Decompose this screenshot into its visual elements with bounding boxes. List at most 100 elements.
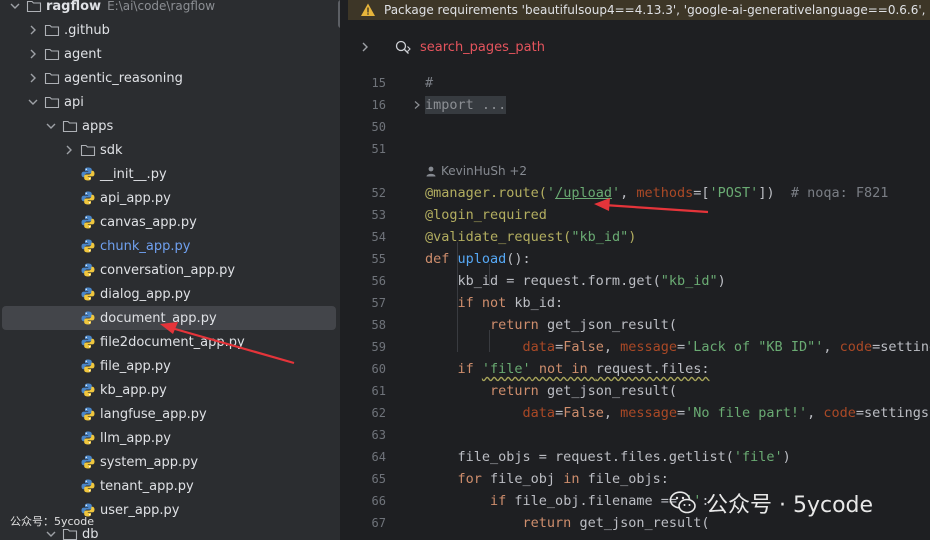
- code-token: ]): [758, 185, 791, 201]
- chevron-right-icon[interactable]: [358, 40, 372, 54]
- code-token: code: [823, 405, 856, 421]
- tree-item-tenant-app-py[interactable]: tenant_app.py: [0, 474, 340, 498]
- code-token: False: [563, 405, 604, 421]
- code-token: import ...: [425, 96, 507, 114]
- tree-root-label: ragflow: [46, 0, 102, 14]
- python-file-icon: [80, 310, 96, 326]
- code-area[interactable]: # import ... @manager.route('/upload', met…: [425, 72, 930, 540]
- tree-item-github[interactable]: .github: [0, 18, 340, 42]
- python-file-icon: [80, 478, 96, 494]
- code-token: if not: [457, 295, 515, 311]
- code-token: ,: [620, 185, 637, 201]
- code-token: 'Lack of "KB ID"': [685, 339, 824, 355]
- code-token: ): [628, 229, 637, 245]
- code-token: def: [425, 251, 458, 267]
- tree-item-canvas-app-py[interactable]: canvas_app.py: [0, 210, 340, 234]
- code-token: data: [522, 339, 556, 355]
- tree-item-agent[interactable]: agent: [0, 42, 340, 66]
- tree-item-llm-app-py[interactable]: llm_app.py: [0, 426, 340, 450]
- breadcrumb: search_pages_path: [348, 32, 930, 62]
- tree-item-conversation-app-py[interactable]: conversation_app.py: [0, 258, 340, 282]
- code-line: if 'file' not in request.files:: [425, 358, 710, 380]
- code-token: ,: [807, 405, 824, 421]
- tree-root[interactable]: ragflow E:\ai\code\ragflow: [0, 0, 340, 18]
- folder-icon: [62, 118, 78, 134]
- tree-item-init-py[interactable]: __init__.py: [0, 162, 340, 186]
- code-token: ': [611, 185, 621, 201]
- code-token: get_json_result(: [546, 383, 677, 399]
- tree-item-dialog-app-py[interactable]: dialog_app.py: [0, 282, 340, 306]
- warning-icon: [360, 2, 376, 18]
- tree-item-label: apps: [82, 118, 114, 134]
- folder-icon: [44, 22, 60, 38]
- line-number: 15: [371, 76, 386, 90]
- code-token: ,: [603, 339, 621, 355]
- code-token: # noqa: F821: [790, 185, 889, 201]
- tree-item-system-app-py[interactable]: system_app.py: [0, 450, 340, 474]
- code-line: file_objs = request.files.getlist('file'…: [425, 446, 791, 468]
- tree-item-sdk[interactable]: sdk: [0, 138, 340, 162]
- tree-item-label: dialog_app.py: [100, 286, 191, 302]
- chevron-down-icon[interactable]: [8, 0, 22, 13]
- tree-root-path: E:\ai\code\ragflow: [107, 0, 216, 13]
- tree-item-chunk-app-py[interactable]: chunk_app.py: [0, 234, 340, 258]
- line-number: 63: [371, 428, 386, 442]
- line-number: 62: [371, 406, 386, 420]
- code-token: file_objs = request.files.getlist(: [425, 449, 734, 465]
- ide-window: ragflow E:\ai\code\ragflow .github agent a…: [0, 0, 930, 540]
- code-token: 'No file part!': [685, 405, 808, 421]
- code-token: @manager.route(: [425, 185, 547, 201]
- tree-item-label: document_app.py: [100, 310, 217, 326]
- project-tree: ragflow E:\ai\code\ragflow .github agent a…: [0, 0, 340, 540]
- tree-item-langfuse-app-py[interactable]: langfuse_app.py: [0, 402, 340, 426]
- line-number: 54: [371, 230, 386, 244]
- tree-item-label: conversation_app.py: [100, 262, 236, 278]
- tree-item-file2document-app-py[interactable]: file2document_app.py: [0, 330, 340, 354]
- package-requirements-banner[interactable]: Package requirements 'beautifulsoup4==4.…: [348, 0, 930, 20]
- fold-chevron-icon[interactable]: [412, 94, 422, 116]
- folder-icon: [44, 46, 60, 62]
- code-line: @manager.route('/upload', methods=['POST…: [425, 182, 888, 204]
- chevron-right-icon[interactable]: [62, 143, 76, 157]
- tree-item-agentic-reasoning[interactable]: agentic_reasoning: [0, 66, 340, 90]
- tree-item-document-app-py[interactable]: document_app.py: [2, 306, 336, 330]
- line-number: 16: [371, 98, 386, 112]
- chevron-down-icon[interactable]: [26, 95, 40, 109]
- tree-item-label: api: [64, 94, 84, 110]
- editor-pane: Package requirements 'beautifulsoup4==4.…: [348, 0, 930, 540]
- line-number-gutter: 15 16 50 51 52 53 54 55 56 57 58 59 60 61 62 63 64 65 66 67: [348, 72, 420, 540]
- code-token: =: [555, 339, 564, 355]
- line-number: 55: [371, 252, 386, 266]
- pane-divider[interactable]: [340, 0, 348, 540]
- line-number: 52: [371, 186, 386, 200]
- code-token: ,: [603, 405, 621, 421]
- code-line: return get_json_result(: [425, 512, 710, 534]
- code-token: "kb_id": [571, 229, 629, 245]
- line-number: 53: [371, 208, 386, 222]
- tree-item-api[interactable]: api: [0, 90, 340, 114]
- code-token: code: [839, 339, 873, 355]
- python-file-icon: [80, 190, 96, 206]
- code-token: return: [522, 515, 580, 531]
- code-token: file_obj: [490, 471, 564, 487]
- code-line: if not kb_id:: [425, 292, 564, 314]
- code-token: methods: [636, 185, 694, 201]
- python-file-icon: [80, 430, 96, 446]
- chevron-right-icon[interactable]: [26, 47, 40, 61]
- chevron-down-icon[interactable]: [44, 119, 58, 133]
- tree-item-file-app-py[interactable]: file_app.py: [0, 354, 340, 378]
- watermark-small: 公众号：5ycode: [10, 515, 95, 528]
- chevron-right-icon[interactable]: [26, 23, 40, 37]
- code-token: message: [620, 339, 678, 355]
- tree-item-kb-app-py[interactable]: kb_app.py: [0, 378, 340, 402]
- code-token: ():: [506, 251, 531, 267]
- code-token: 'file': [733, 449, 783, 465]
- tree-item-apps[interactable]: apps: [0, 114, 340, 138]
- line-number: 66: [371, 494, 386, 508]
- chevron-right-icon[interactable]: [26, 71, 40, 85]
- tree-item-api-app-py[interactable]: api_app.py: [0, 186, 340, 210]
- code-token: upload: [457, 251, 507, 267]
- breadcrumb-function[interactable]: search_pages_path: [420, 40, 545, 55]
